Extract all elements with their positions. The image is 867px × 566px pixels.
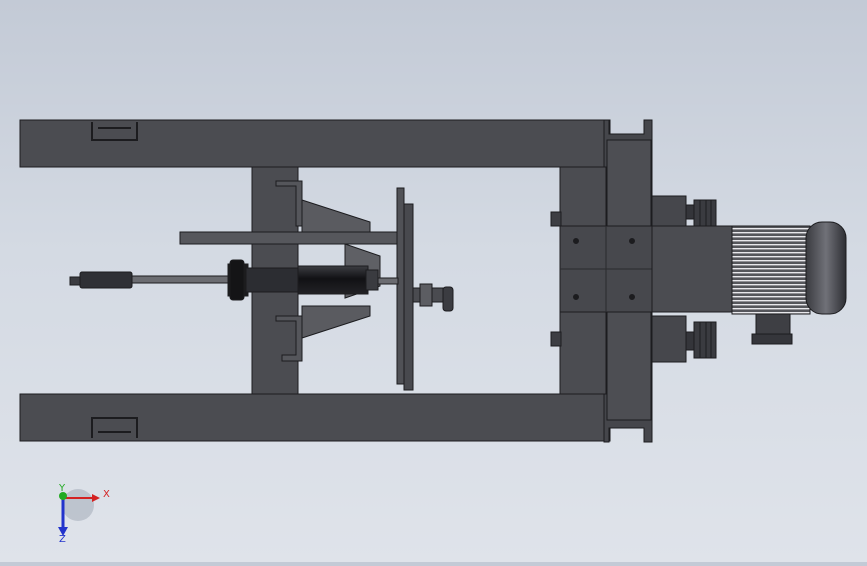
lower-gusset[interactable]: [301, 305, 371, 339]
upper-gusset[interactable]: [301, 199, 371, 233]
machine-assembly[interactable]: [19, 119, 847, 443]
upper-pulley[interactable]: [651, 195, 717, 229]
pneumatic-cylinder[interactable]: [69, 259, 399, 301]
cad-viewport[interactable]: X Y Z: [0, 0, 867, 562]
y-axis-label: Y: [58, 483, 66, 494]
disc-plate-front[interactable]: [403, 203, 414, 391]
cylinder-mount-plate[interactable]: [179, 231, 401, 245]
adjusting-screw[interactable]: [412, 283, 454, 312]
bottom-rail[interactable]: [19, 393, 611, 442]
x-axis-label: X: [103, 489, 110, 500]
disc-plate-rear[interactable]: [396, 187, 405, 385]
z-axis-label: Z: [59, 534, 66, 545]
lower-pulley[interactable]: [651, 315, 717, 363]
coordinate-triad: X Y Z: [58, 483, 110, 545]
top-rail[interactable]: [19, 119, 611, 168]
